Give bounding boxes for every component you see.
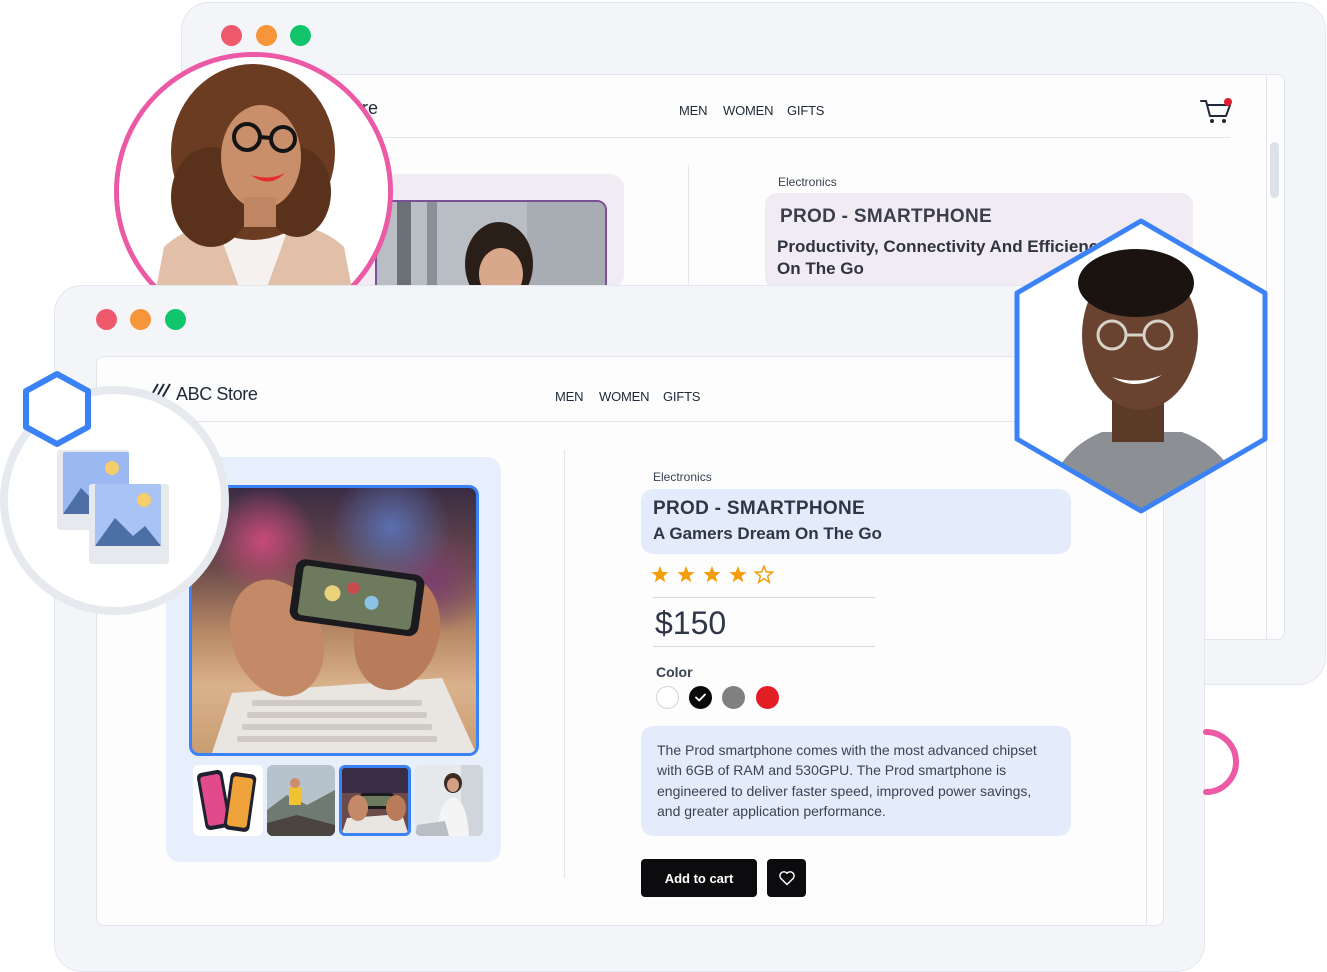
nav-gifts[interactable]: GIFTS	[663, 389, 700, 404]
color-swatch-gray[interactable]	[722, 686, 745, 709]
minimize-dot-icon[interactable]	[130, 309, 151, 330]
add-to-cart-button[interactable]: Add to cart	[641, 859, 757, 897]
back-nav-women[interactable]: WOMEN	[723, 103, 773, 118]
nav-men[interactable]: MEN	[555, 389, 583, 404]
main-product-photo[interactable]	[189, 485, 479, 756]
heart-icon	[778, 871, 795, 886]
favorite-button[interactable]	[767, 859, 806, 897]
back-product-title: PROD - SMARTPHONE	[780, 206, 992, 227]
star-filled-icon[interactable]	[651, 566, 669, 583]
nav-women[interactable]: WOMEN	[599, 389, 649, 404]
star-rating[interactable]	[651, 563, 777, 590]
back-category: Electronics	[778, 175, 837, 189]
back-product-photo[interactable]	[375, 200, 607, 290]
maximize-dot-icon[interactable]	[165, 309, 186, 330]
back-column-divider	[688, 165, 689, 290]
product-subtitle: A Gamers Dream On The Go	[653, 524, 882, 543]
price: $150	[655, 605, 727, 641]
price-bottom-rule	[653, 646, 875, 647]
star-filled-icon[interactable]	[729, 566, 747, 583]
thumbnail-gaming[interactable]	[339, 765, 411, 836]
minimize-dot-icon[interactable]	[256, 25, 277, 46]
pink-arc-decoration	[1203, 729, 1239, 795]
star-filled-icon[interactable]	[677, 566, 695, 583]
thumbnail-hiker[interactable]	[267, 765, 335, 836]
close-dot-icon[interactable]	[221, 25, 242, 46]
back-scroll-thumb[interactable]	[1270, 142, 1279, 198]
product-title: PROD - SMARTPHONE	[653, 498, 865, 519]
hexagon-outline-icon	[23, 371, 91, 447]
checkmark-icon	[695, 693, 706, 702]
star-empty-icon[interactable]	[753, 563, 775, 585]
man-portrait	[1014, 218, 1268, 514]
shopping-cart-icon[interactable]	[1199, 97, 1235, 127]
back-nav-gifts[interactable]: GIFTS	[787, 103, 824, 118]
star-filled-icon[interactable]	[703, 566, 721, 583]
column-divider	[564, 450, 565, 878]
header-divider	[120, 421, 1150, 422]
image-gallery-icon	[57, 450, 169, 564]
maximize-dot-icon[interactable]	[290, 25, 311, 46]
color-swatch-red[interactable]	[756, 686, 779, 709]
color-swatch-black[interactable]	[689, 686, 712, 709]
color-swatch-white[interactable]	[656, 686, 679, 709]
thumbnail-office[interactable]	[415, 765, 483, 836]
thumbnail-phones[interactable]	[193, 765, 263, 836]
store-logo[interactable]: ABC Store	[176, 384, 258, 405]
back-header-divider	[340, 137, 1230, 138]
price-top-rule	[653, 597, 875, 598]
color-label: Color	[656, 664, 693, 680]
back-nav-men[interactable]: MEN	[679, 103, 707, 118]
close-dot-icon[interactable]	[96, 309, 117, 330]
category-label: Electronics	[653, 470, 712, 484]
product-description: The Prod smartphone comes with the most …	[657, 742, 1037, 819]
